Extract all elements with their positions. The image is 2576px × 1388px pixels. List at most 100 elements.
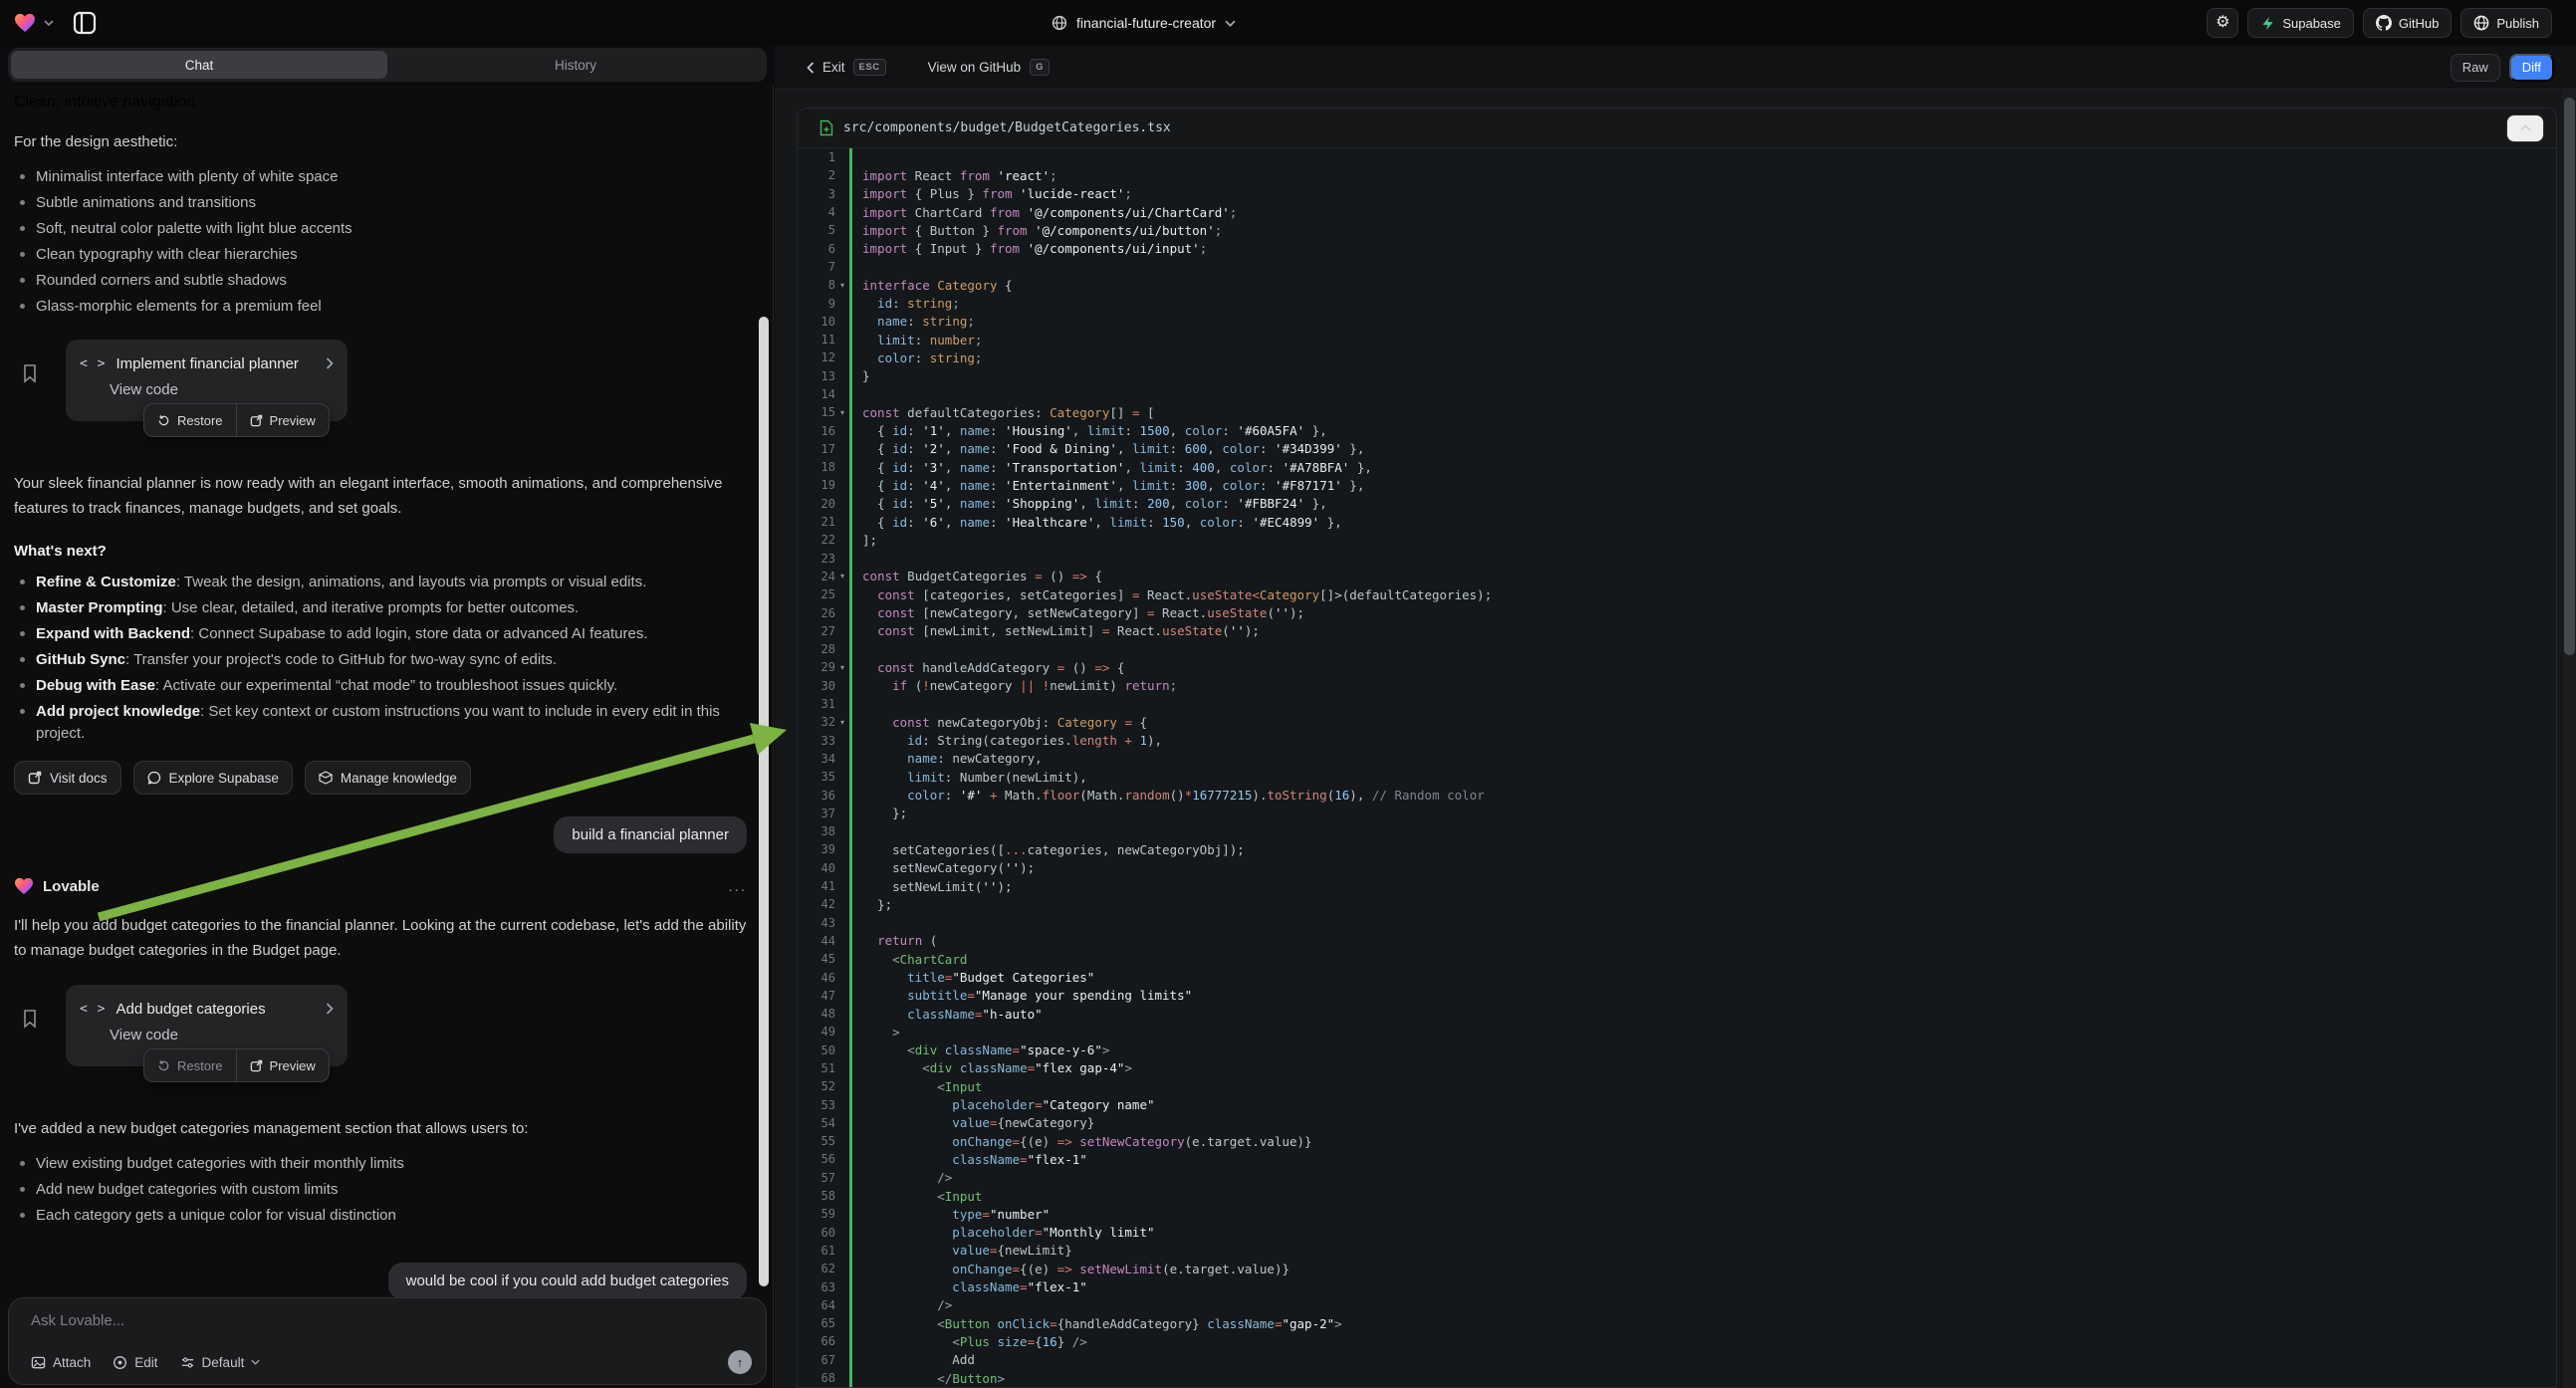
diff-added-bar [849, 968, 852, 986]
code-text: placeholder="Category name" [862, 1097, 1155, 1112]
line-number: 23 [798, 552, 835, 566]
preview-button[interactable]: Preview [237, 404, 329, 436]
settings-button[interactable]: ⚙ [2207, 8, 2238, 38]
diff-added-bar [849, 1169, 852, 1187]
code-line: 10 name: string; [798, 313, 2556, 331]
project-switcher[interactable]: financial-future-creator [1052, 0, 1236, 46]
bookmark-icon[interactable] [22, 363, 38, 383]
diff-added-bar [849, 1224, 852, 1242]
diff-added-bar [849, 476, 852, 494]
edit-mode-button[interactable]: Edit [113, 1355, 157, 1370]
window-scrollbar[interactable] [2563, 90, 2576, 1388]
view-code-link[interactable]: View code [110, 1027, 334, 1043]
fold-chevron-icon[interactable]: ▾ [835, 572, 849, 580]
code-text: className="flex-1" [862, 1152, 1087, 1167]
view-on-github-button[interactable]: View on GitHub G [928, 59, 1050, 76]
line-number: 28 [798, 642, 835, 656]
code-line: 31 [798, 695, 2556, 713]
diff-added-bar [849, 677, 852, 695]
diff-added-bar [849, 458, 852, 476]
collapse-file-button[interactable] [2506, 115, 2544, 142]
diff-added-bar [849, 585, 852, 603]
version-card-row: < >Implement financial plannerView codeR… [14, 340, 747, 453]
line-number: 7 [798, 260, 835, 274]
code-text: limit: Number(newLimit), [862, 770, 1087, 785]
chip-manage-knowledge[interactable]: Manage knowledge [305, 761, 471, 795]
restore-button[interactable]: Restore [144, 404, 236, 436]
fold-chevron-icon[interactable]: ▾ [835, 718, 849, 727]
fold-chevron-icon[interactable]: ▾ [835, 408, 849, 417]
preview-button[interactable]: Preview [237, 1049, 329, 1081]
chat-panel[interactable]: Clean, intuitive navigationFor the desig… [0, 86, 774, 1388]
line-number: 14 [798, 387, 835, 401]
box-icon [319, 771, 333, 785]
tab-history[interactable]: History [387, 51, 764, 79]
code-text: id: String(categories.length + 1), [862, 733, 1162, 748]
code-text: id: string; [862, 296, 960, 311]
diff-added-bar [849, 367, 852, 385]
chat-input[interactable]: Ask Lovable... [31, 1312, 750, 1329]
tab-chat[interactable]: Chat [11, 51, 387, 79]
line-number: 24 [798, 570, 835, 583]
diff-added-bar [849, 550, 852, 568]
list-item: Clean typography with clear hierarchies [14, 244, 747, 266]
chat-bubble-icon [147, 771, 161, 785]
line-number: 64 [798, 1298, 835, 1312]
diff-toggle-button[interactable]: Diff [2509, 54, 2554, 82]
diff-added-bar [849, 950, 852, 968]
code-line: 52 <Input [798, 1077, 2556, 1095]
code-text: setNewLimit(''); [862, 879, 1013, 894]
code-line: 4import ChartCard from '@/components/ui/… [798, 203, 2556, 221]
supabase-button[interactable]: Supabase [2247, 8, 2354, 38]
code-line: 24▾const BudgetCategories = () => { [798, 568, 2556, 585]
line-number: 12 [798, 350, 835, 364]
fold-chevron-icon[interactable]: ▾ [835, 663, 849, 672]
mode-selector[interactable]: Default [180, 1355, 261, 1370]
code-line: 23 [798, 550, 2556, 568]
chip-visit-docs[interactable]: Visit docs [14, 761, 121, 795]
message-menu-button[interactable]: ... [728, 878, 747, 895]
chat-scrollbar[interactable] [759, 317, 769, 1286]
diff-added-bar [849, 713, 852, 731]
diff-added-bar [849, 1242, 852, 1260]
code-line: 7 [798, 258, 2556, 276]
diff-added-bar [849, 750, 852, 768]
line-number: 58 [798, 1189, 835, 1203]
list-item: Minimalist interface with plenty of whit… [14, 166, 747, 188]
github-button[interactable]: GitHub [2363, 8, 2452, 38]
line-number: 56 [798, 1152, 835, 1166]
code-line: 58 <Input [798, 1187, 2556, 1205]
esc-key-badge: ESC [853, 59, 886, 76]
exit-button[interactable]: Exit ESC [807, 59, 886, 76]
line-number: 46 [798, 971, 835, 985]
diff-added-bar [849, 568, 852, 585]
code-editor[interactable]: 12import React from 'react';3import { Pl… [798, 148, 2556, 1387]
project-chevron-down-icon [1225, 20, 1236, 27]
code-text: <Input [862, 1189, 982, 1204]
code-text: const defaultCategories: Category[] = [ [862, 405, 1155, 420]
send-button[interactable]: ↑ [728, 1350, 752, 1374]
code-text: <div className="space-y-6"> [862, 1042, 1109, 1057]
line-number: 59 [798, 1207, 835, 1221]
restore-button[interactable]: Restore [144, 1049, 236, 1081]
attach-button[interactable]: Attach [31, 1355, 91, 1370]
code-line: 5import { Button } from '@/components/ui… [798, 221, 2556, 239]
sidebar-toggle-icon[interactable] [72, 10, 98, 36]
fold-chevron-icon[interactable]: ▾ [835, 281, 849, 290]
version-card-title: Implement financial planner [116, 355, 316, 372]
window-scrollbar-thumb[interactable] [2564, 98, 2575, 655]
code-text: onChange={(e) => setNewCategory(e.target… [862, 1134, 1312, 1149]
code-line: 49 > [798, 1023, 2556, 1041]
workspace-chevron-down-icon[interactable] [44, 20, 54, 26]
code-text: placeholder="Monthly limit" [862, 1225, 1155, 1240]
diff-added-bar [849, 1114, 852, 1132]
publish-button[interactable]: Publish [2460, 8, 2552, 38]
lovable-heart-icon[interactable] [14, 13, 36, 33]
supabase-icon [2260, 16, 2275, 31]
list-item: Soft, neutral color palette with light b… [14, 218, 747, 240]
bookmark-icon[interactable] [22, 1009, 38, 1029]
chip-explore-supabase[interactable]: Explore Supabase [133, 761, 293, 795]
view-code-link[interactable]: View code [110, 381, 334, 398]
code-panel: src/components/budget/BudgetCategories.t… [775, 90, 2576, 1388]
raw-toggle-button[interactable]: Raw [2451, 54, 2500, 82]
